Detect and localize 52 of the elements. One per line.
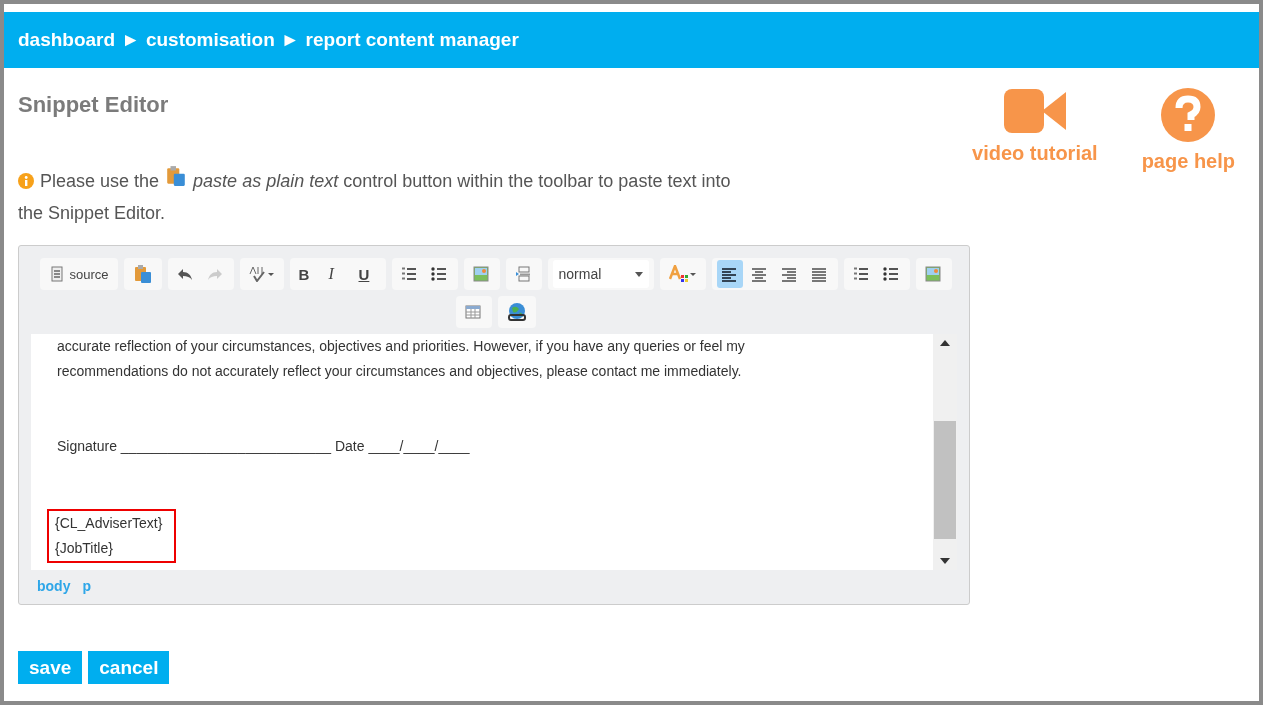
element-path-link[interactable]: body (37, 578, 71, 594)
paragraph-text: accurate reflection of your circumstances, objectives and priorities. However, if you have any queries or feel my (57, 337, 746, 356)
notice-text: paste as plain text control button within the toolbar to paste text into (193, 170, 731, 193)
scroll-down-icon (940, 558, 950, 564)
breadcrumb-item: ► (121, 29, 140, 51)
align-right-icon (780, 266, 797, 282)
breadcrumb-item: report content manager (305, 29, 519, 51)
bold-button[interactable]: B (294, 260, 321, 288)
info-icon (18, 173, 34, 189)
page-break-icon (514, 266, 531, 282)
numbered-list-icon (852, 266, 869, 282)
bullet-list-icon (882, 266, 899, 282)
text-color-icon (668, 265, 697, 283)
save-button[interactable]: save (18, 651, 83, 684)
element-path-link[interactable]: p (82, 578, 91, 594)
notice-text: the Snippet Editor. (18, 202, 167, 225)
cancel-button[interactable]: cancel (88, 651, 170, 684)
image-icon (472, 266, 489, 282)
document-icon (49, 266, 66, 282)
image-icon (924, 266, 941, 282)
breadcrumb-item: dashboard (18, 29, 116, 51)
placeholder-tag: {JobTitle} (55, 536, 163, 561)
placeholder-tag: {CL_AdviserText} (55, 511, 163, 536)
align-left-icon (720, 266, 737, 282)
notice-text: Please use the (40, 170, 160, 193)
scroll-up-icon (940, 340, 950, 346)
source-button[interactable]: source (45, 260, 113, 288)
redo-icon (206, 266, 223, 282)
caret-icon (634, 271, 643, 277)
paste-icon (132, 264, 153, 284)
align-justify-icon (810, 266, 827, 282)
numbered-list-icon (400, 266, 417, 282)
paragraph-text: recommendations do not accurately reflect your circumstances and objectives, please contact me immediately. (57, 362, 743, 381)
video-tutorial-link[interactable]: video tutorial (972, 88, 1098, 173)
italic-button[interactable]: I (324, 260, 351, 288)
underline-button[interactable]: U (354, 260, 381, 288)
align-left-button[interactable] (716, 260, 743, 288)
table-icon (465, 304, 481, 320)
scrollbar-thumb[interactable] (934, 421, 956, 539)
page-help-link[interactable]: page help (1141, 88, 1235, 173)
spellcheck-icon (248, 266, 275, 282)
format-select[interactable]: normal (552, 260, 649, 288)
help-icon (1161, 88, 1216, 142)
breadcrumb-item: customisation (145, 29, 275, 51)
paste-icon (165, 165, 188, 187)
video-camera-icon (1003, 88, 1066, 134)
paragraph-text: Signature ___________________________ Date ____/____/____ (57, 437, 471, 456)
breadcrumb-item: ► (280, 29, 300, 51)
globe-link-icon (507, 302, 527, 322)
bullet-list-icon (430, 266, 447, 282)
page-title: Snippet Editor (18, 92, 169, 119)
align-center-icon (750, 266, 767, 282)
